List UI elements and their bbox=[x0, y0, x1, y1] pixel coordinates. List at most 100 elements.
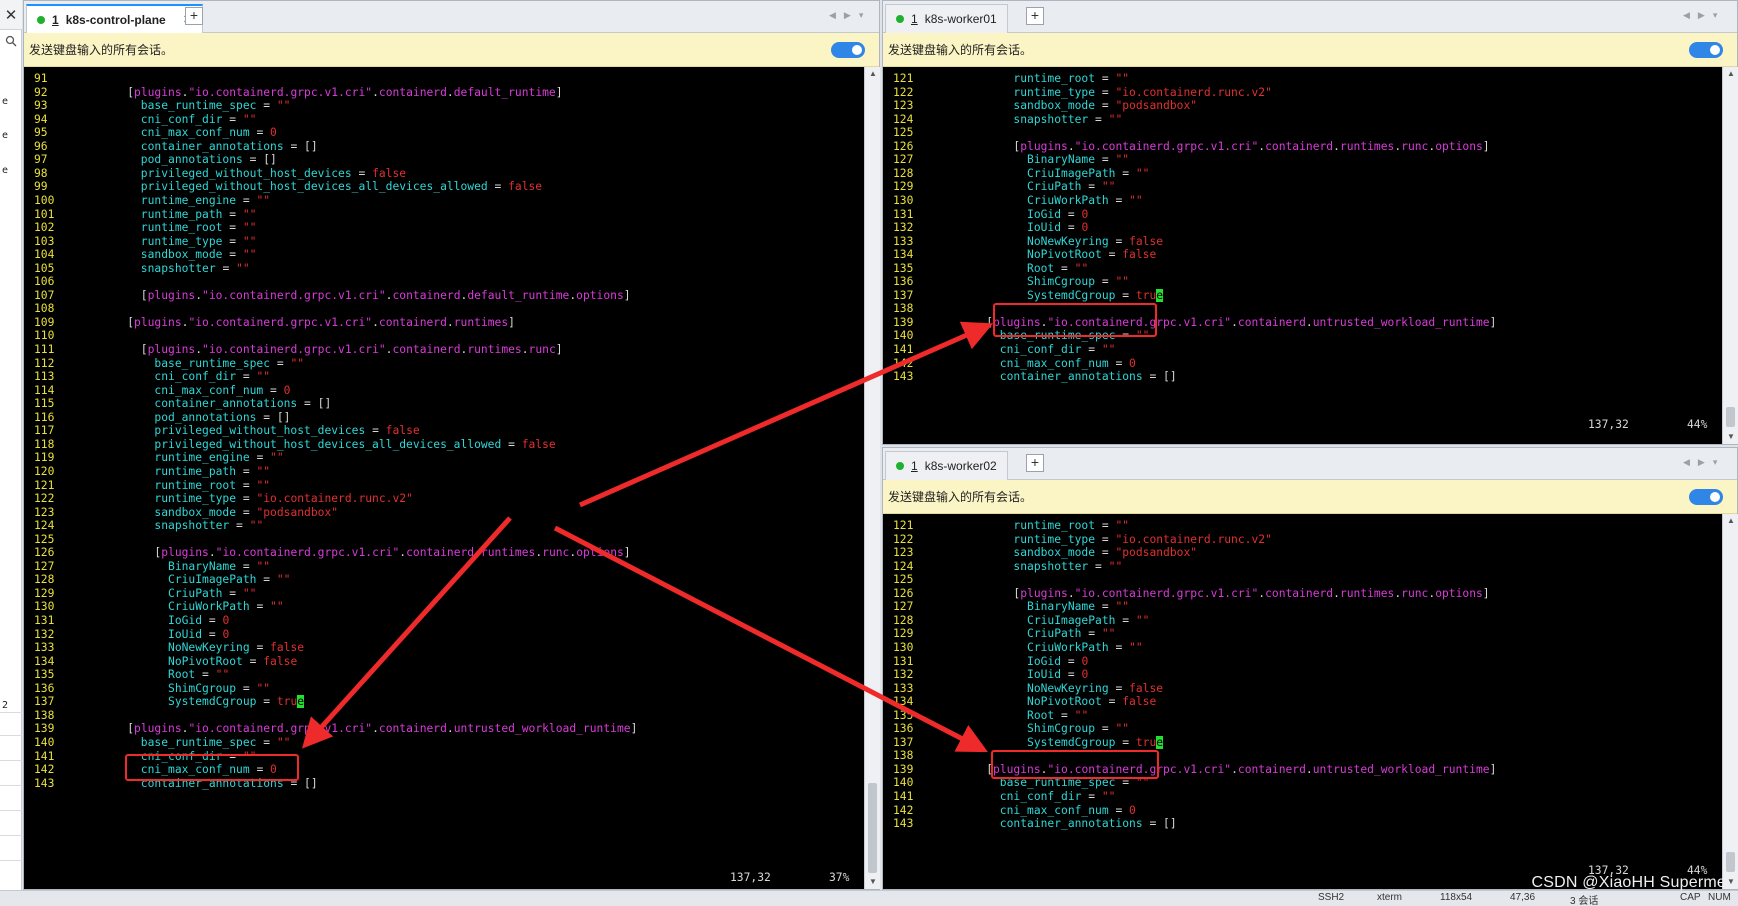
token: . bbox=[195, 288, 203, 302]
token: Root bbox=[959, 708, 1062, 722]
tab-k8s-worker01[interactable]: 1 k8s-worker01 bbox=[885, 4, 1008, 33]
token: IoUid bbox=[100, 627, 209, 641]
token: = bbox=[229, 586, 243, 600]
scroll-up-icon[interactable]: ▲ bbox=[865, 67, 881, 81]
scroll-thumb[interactable] bbox=[868, 783, 877, 873]
tab-scroll-icon[interactable]: ◀▶▾ bbox=[1683, 457, 1725, 468]
token: runtime_root bbox=[100, 221, 230, 235]
line-code: [plugins."io.containerd.grpc.v1.cri".con… bbox=[100, 288, 631, 303]
token: ] bbox=[555, 343, 563, 356]
token: = bbox=[1095, 559, 1109, 573]
token: = bbox=[242, 681, 257, 695]
vertical-scrollbar[interactable]: ▲ ▼ bbox=[1722, 514, 1738, 889]
token: = bbox=[222, 261, 237, 275]
token: "" bbox=[242, 221, 257, 235]
token: . bbox=[446, 315, 454, 329]
connected-status-icon bbox=[37, 15, 45, 24]
token: = bbox=[1101, 153, 1116, 167]
new-tab-button[interactable]: + bbox=[1026, 454, 1044, 472]
token: runc bbox=[542, 546, 570, 560]
watermark: CSDN @XiaoHH Superme bbox=[1531, 874, 1726, 891]
token: = bbox=[1108, 695, 1123, 709]
token: = bbox=[1067, 654, 1082, 668]
token: = bbox=[1101, 99, 1116, 113]
scroll-thumb[interactable] bbox=[1726, 407, 1735, 427]
tab-title: k8s-worker01 bbox=[924, 12, 997, 26]
token: cni_max_conf_num bbox=[959, 356, 1116, 370]
strip-fragment: e bbox=[2, 130, 9, 141]
tab-k8s-control-plane[interactable]: 1 k8s-control-plane ✕ bbox=[26, 4, 203, 33]
token: [ bbox=[100, 546, 162, 560]
terminal-worker02[interactable]: 137,32 44% 121 runtime_root = "" 122 runt… bbox=[883, 514, 1722, 889]
token: SystemdCgroup bbox=[959, 288, 1123, 302]
token: [ bbox=[100, 85, 135, 99]
token: "" bbox=[1115, 722, 1130, 736]
token: "" bbox=[270, 451, 284, 465]
token: "" bbox=[1135, 613, 1150, 627]
token: ] bbox=[623, 288, 631, 302]
scroll-down-icon[interactable]: ▼ bbox=[1723, 430, 1738, 444]
token: [ bbox=[100, 288, 148, 302]
token: "" bbox=[242, 234, 257, 248]
token: false bbox=[270, 641, 305, 655]
token: 0 bbox=[1081, 221, 1089, 235]
line-code: container_annotations = [] bbox=[959, 816, 1177, 831]
line-code: SystemdCgroup = true bbox=[959, 288, 1164, 303]
token: sandbox_mode bbox=[959, 546, 1102, 560]
line-number: 143 bbox=[893, 370, 914, 384]
token: IoGid bbox=[959, 654, 1068, 668]
token: = bbox=[229, 112, 243, 126]
token: untrusted_workload_runtime bbox=[1312, 762, 1490, 776]
token: [ bbox=[959, 315, 994, 329]
token: = bbox=[1115, 234, 1130, 248]
scroll-up-icon[interactable]: ▲ bbox=[1723, 514, 1738, 528]
token: "" bbox=[242, 586, 257, 600]
token: = bbox=[270, 383, 284, 397]
token: "io.containerd.grpc.v1.cri" bbox=[1074, 139, 1259, 153]
token: plugins bbox=[134, 315, 182, 329]
token: "" bbox=[256, 193, 271, 207]
token: runtime_type bbox=[959, 532, 1102, 546]
vertical-scrollbar[interactable]: ▲ ▼ bbox=[1722, 67, 1738, 444]
token: runc bbox=[1401, 586, 1429, 600]
scroll-up-icon[interactable]: ▲ bbox=[1723, 67, 1738, 81]
token: [ bbox=[100, 343, 148, 356]
token: "" bbox=[215, 668, 230, 682]
vertical-scrollbar[interactable]: ▲ ▼ bbox=[864, 67, 880, 889]
close-panel-icon[interactable]: ✕ bbox=[0, 0, 22, 30]
new-tab-button[interactable]: + bbox=[185, 7, 203, 25]
broadcast-toggle[interactable] bbox=[1689, 489, 1723, 505]
highlight-box-worker02 bbox=[991, 750, 1159, 779]
cursor-position: 137,32 bbox=[730, 871, 771, 884]
broadcast-toggle[interactable] bbox=[1689, 42, 1723, 58]
token: plugins bbox=[161, 546, 209, 560]
token: = bbox=[1101, 275, 1116, 289]
token: "" bbox=[1115, 153, 1130, 167]
token: cni_conf_dir bbox=[959, 343, 1089, 356]
tab-scroll-icon[interactable]: ◀▶▾ bbox=[829, 10, 871, 21]
token: containerd bbox=[1265, 139, 1334, 153]
token: = bbox=[1115, 803, 1130, 817]
new-tab-button[interactable]: + bbox=[1026, 7, 1044, 25]
token: = bbox=[1088, 627, 1102, 641]
token: plugins bbox=[147, 288, 196, 302]
token: runtime_type bbox=[959, 85, 1102, 99]
connected-status-icon bbox=[896, 462, 904, 470]
search-icon[interactable] bbox=[0, 30, 22, 52]
terminal-worker01[interactable]: 137,32 44% 121 runtime_root = "" 122 runt… bbox=[883, 67, 1722, 444]
token: = bbox=[1101, 72, 1116, 85]
token: = [] bbox=[263, 410, 291, 424]
token: false bbox=[1129, 234, 1164, 248]
scroll-thumb[interactable] bbox=[1726, 852, 1735, 872]
token: runtime_path bbox=[100, 464, 243, 478]
scroll-down-icon[interactable]: ▼ bbox=[865, 875, 881, 889]
token: = [] bbox=[290, 139, 318, 153]
token: default_runtime bbox=[453, 85, 556, 99]
broadcast-toggle[interactable] bbox=[831, 42, 865, 58]
tab-k8s-worker02[interactable]: 1 k8s-worker02 bbox=[885, 451, 1008, 480]
token: "" bbox=[276, 99, 291, 113]
token: "io.containerd.runc.v2" bbox=[1115, 532, 1272, 546]
app-status-bar: SSH2 xterm 118x54 47,36 3 会话 CAP NUM bbox=[0, 890, 1738, 906]
tab-scroll-icon[interactable]: ◀▶▾ bbox=[1683, 10, 1725, 21]
token: = bbox=[1101, 600, 1116, 614]
